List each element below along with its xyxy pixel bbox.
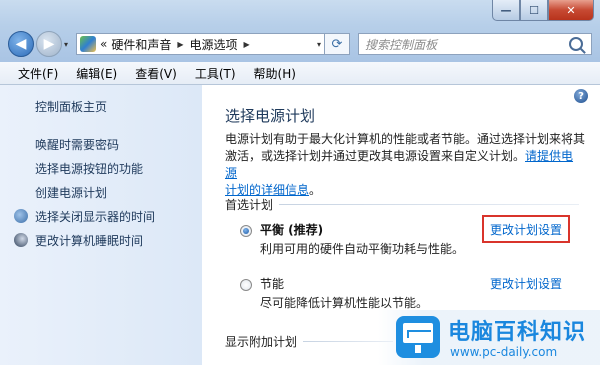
description-line-2: 激活，或选择计划并通过更改其电源设置来自定义计划。 (225, 149, 526, 163)
minimize-button[interactable]: — (492, 0, 520, 21)
plan-balanced-radio[interactable] (240, 225, 252, 237)
menu-help[interactable]: 帮助(H) (254, 65, 296, 82)
search-icon[interactable] (569, 37, 583, 51)
sidebar-item-display-off[interactable]: 选择关闭显示器的时间 (35, 208, 155, 225)
address-dropdown-icon[interactable]: ▾ (317, 40, 321, 49)
logo-stand (415, 345, 421, 353)
refresh-button[interactable]: ⟳ (324, 33, 350, 55)
search-box[interactable]: 搜索控制面板 (358, 33, 592, 55)
search-input[interactable]: 搜索控制面板 (365, 36, 569, 53)
section-divider (279, 204, 579, 205)
address-overflow-chevron[interactable]: « (100, 37, 107, 51)
sleep-moon-icon (14, 233, 28, 247)
page-title: 选择电源计划 (225, 107, 316, 125)
breadcrumb-power-options[interactable]: 电源选项 (190, 36, 238, 53)
menu-edit[interactable]: 编辑(E) (76, 65, 117, 82)
forward-button[interactable]: ▶ (36, 31, 62, 57)
maximize-button[interactable]: ☐ (520, 0, 548, 21)
menu-file[interactable]: 文件(F) (18, 65, 58, 82)
breadcrumb-hardware-sound[interactable]: 硬件和声音 (111, 36, 171, 53)
sidebar-item-create-plan[interactable]: 创建电源计划 (35, 184, 107, 201)
back-button[interactable]: ◀ (8, 31, 34, 57)
plan-power-saver-desc: 尽可能降低计算机性能以节能。 (260, 296, 429, 310)
logo-screen (403, 323, 433, 343)
watermark-logo-icon (396, 316, 440, 358)
preferred-plans-label: 首选计划 (225, 198, 274, 212)
plan-power-saver-name[interactable]: 节能 (260, 275, 284, 292)
watermark-url: www.pc-daily.com (450, 345, 558, 359)
plan-details-link-cont[interactable]: 计划的详细信息 (225, 183, 309, 197)
address-bar[interactable]: « 硬件和声音 ▶ 电源选项 ▶ ▾ (76, 33, 326, 55)
sidebar-item-wake-password[interactable]: 唤醒时需要密码 (35, 136, 119, 153)
show-additional-plans-label[interactable]: 显示附加计划 (225, 333, 297, 350)
page-description: 电源计划有助于最大化计算机的性能或者节能。通过选择计划来将其 激活，或选择计划并… (225, 131, 585, 199)
history-dropdown-icon[interactable]: ▾ (64, 40, 68, 49)
sidebar-item-power-buttons[interactable]: 选择电源按钮的功能 (35, 160, 143, 177)
highlight-box (482, 215, 570, 243)
description-end: 。 (309, 183, 322, 197)
sidebar: 控制面板主页 唤醒时需要密码 选择电源按钮的功能 创建电源计划 选择关闭显示器的… (0, 85, 202, 365)
plan-balanced-desc: 利用可用的硬件自动平衡功耗与性能。 (260, 242, 465, 256)
menu-bar: 文件(F) 编辑(E) 查看(V) 工具(T) 帮助(H) (0, 62, 600, 85)
breadcrumb-separator-icon[interactable]: ▶ (177, 40, 183, 49)
sidebar-item-sleep-time[interactable]: 更改计算机睡眠时间 (35, 232, 143, 249)
title-bar: — ☐ ✕ ◀ ▶ ▾ « 硬件和声音 ▶ 电源选项 ▶ ▾ ⟳ 搜索控制面板 (0, 0, 600, 62)
control-panel-icon (80, 36, 96, 52)
plan-balanced-name[interactable]: 平衡 (推荐) (260, 221, 323, 238)
breadcrumb-separator-icon[interactable]: ▶ (244, 40, 250, 49)
plan-power-saver-change-settings-link[interactable]: 更改计划设置 (490, 275, 562, 292)
help-icon[interactable]: ? (574, 89, 588, 103)
monitor-icon (14, 209, 28, 223)
sidebar-control-panel-home[interactable]: 控制面板主页 (35, 98, 107, 115)
description-line-1: 电源计划有助于最大化计算机的性能或者节能。通过选择计划来将其 (225, 132, 586, 146)
menu-view[interactable]: 查看(V) (135, 65, 177, 82)
watermark: 电脑百科知识 www.pc-daily.com (378, 310, 600, 365)
watermark-title: 电脑百科知识 (448, 320, 587, 345)
plan-power-saver-radio[interactable] (240, 279, 252, 291)
close-button[interactable]: ✕ (548, 0, 594, 21)
menu-tools[interactable]: 工具(T) (195, 65, 236, 82)
window-controls: — ☐ ✕ (492, 0, 594, 21)
